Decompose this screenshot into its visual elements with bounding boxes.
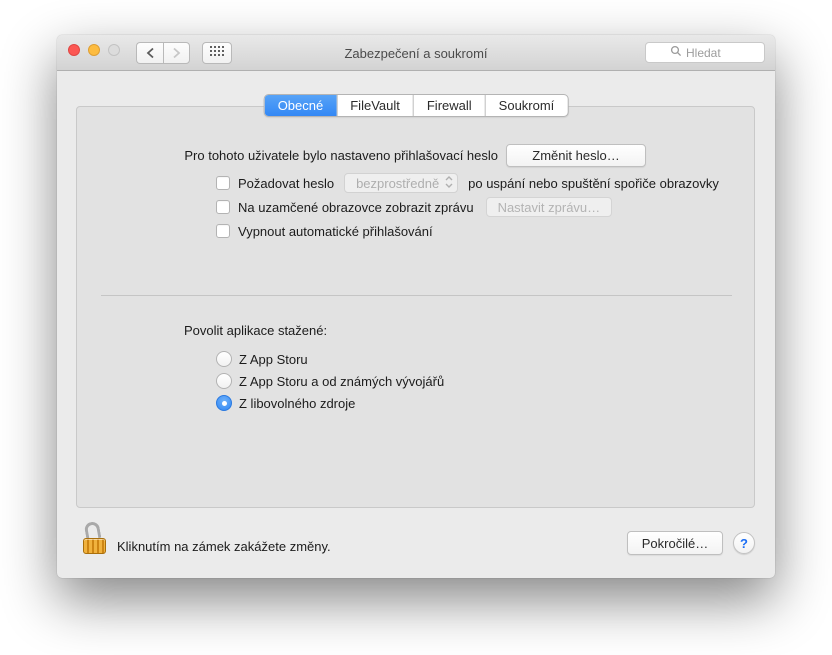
tab-firewall[interactable]: Firewall xyxy=(414,95,486,116)
password-delay-popup-disabled[interactable]: bezprostředně xyxy=(344,173,459,193)
auto-login-checkbox[interactable] xyxy=(216,224,230,238)
password-status-label: Pro tohoto uživatele bylo nastaveno přih… xyxy=(184,148,498,163)
auto-login-row: Vypnout automatické přihlašování xyxy=(216,221,433,241)
search-icon xyxy=(670,44,682,62)
advanced-button[interactable]: Pokročilé… xyxy=(627,531,723,555)
password-status-row: Pro tohoto uživatele bylo nastaveno přih… xyxy=(77,144,498,167)
back-button[interactable] xyxy=(136,42,163,64)
require-password-row: Požadovat heslo bezprostředně po uspání … xyxy=(216,173,719,193)
tab-filevault[interactable]: FileVault xyxy=(337,95,414,116)
allow-apps-label: Povolit aplikace stažené: xyxy=(184,323,328,338)
tab-bar: Obecné FileVault Firewall Soukromí xyxy=(263,94,569,117)
lock-message-row: Na uzamčené obrazovce zobrazit zprávu Na… xyxy=(216,197,613,217)
chevron-left-icon xyxy=(146,47,155,59)
tab-soukromi[interactable]: Soukromí xyxy=(486,95,568,116)
radio-anywhere-label: Z libovolného zdroje xyxy=(239,395,356,411)
app-source-row-anywhere: Z libovolného zdroje xyxy=(216,393,355,413)
general-pane: Pro tohoto uživatele bylo nastaveno přih… xyxy=(76,106,755,508)
forward-button-disabled[interactable] xyxy=(163,42,190,64)
auto-login-label: Vypnout automatické přihlašování xyxy=(238,223,433,239)
require-password-suffix-label: po uspání nebo spuštění spořiče obrazovk… xyxy=(468,175,719,191)
app-source-row-identified: Z App Storu a od známých vývojářů xyxy=(216,371,444,391)
search-input[interactable] xyxy=(686,45,740,60)
minimize-button[interactable] xyxy=(88,44,100,56)
tab-obecne[interactable]: Obecné xyxy=(264,95,338,116)
divider xyxy=(101,295,732,296)
change-password-button[interactable]: Změnit heslo… xyxy=(506,144,646,167)
lock-hint-label: Kliknutím na zámek zakážete změny. xyxy=(117,538,331,554)
grid-icon xyxy=(210,44,224,62)
nav-button-group xyxy=(136,42,190,64)
question-mark-icon: ? xyxy=(740,535,748,551)
radio-anywhere-selected[interactable] xyxy=(216,395,232,411)
radio-app-store-label: Z App Storu xyxy=(239,351,308,367)
radio-app-store[interactable] xyxy=(216,351,232,367)
chevron-right-icon xyxy=(172,47,181,59)
require-password-checkbox[interactable] xyxy=(216,176,230,190)
radio-app-store-and-developers[interactable] xyxy=(216,373,232,389)
title-bar[interactable]: Zabezpečení a soukromí xyxy=(57,35,775,71)
security-privacy-window: Zabezpečení a soukromí Obecné FileVault … xyxy=(57,35,775,578)
search-field[interactable] xyxy=(645,42,765,63)
lock-body xyxy=(83,538,106,554)
help-button[interactable]: ? xyxy=(733,532,755,554)
set-message-button-disabled[interactable]: Nastavit zprávu… xyxy=(485,197,613,217)
require-password-label: Požadovat heslo xyxy=(238,175,335,191)
lock-message-checkbox[interactable] xyxy=(216,200,230,214)
popup-arrows-icon xyxy=(445,175,453,191)
password-delay-value: bezprostředně xyxy=(356,175,440,191)
app-source-row-appstore: Z App Storu xyxy=(216,349,308,369)
close-button[interactable] xyxy=(68,44,80,56)
lock-message-label: Na uzamčené obrazovce zobrazit zprávu xyxy=(238,199,474,215)
lock-icon-unlocked[interactable] xyxy=(83,520,109,554)
radio-app-store-and-developers-label: Z App Storu a od známých vývojářů xyxy=(239,373,445,389)
show-all-button[interactable] xyxy=(202,42,232,64)
zoom-button-disabled xyxy=(108,44,120,56)
